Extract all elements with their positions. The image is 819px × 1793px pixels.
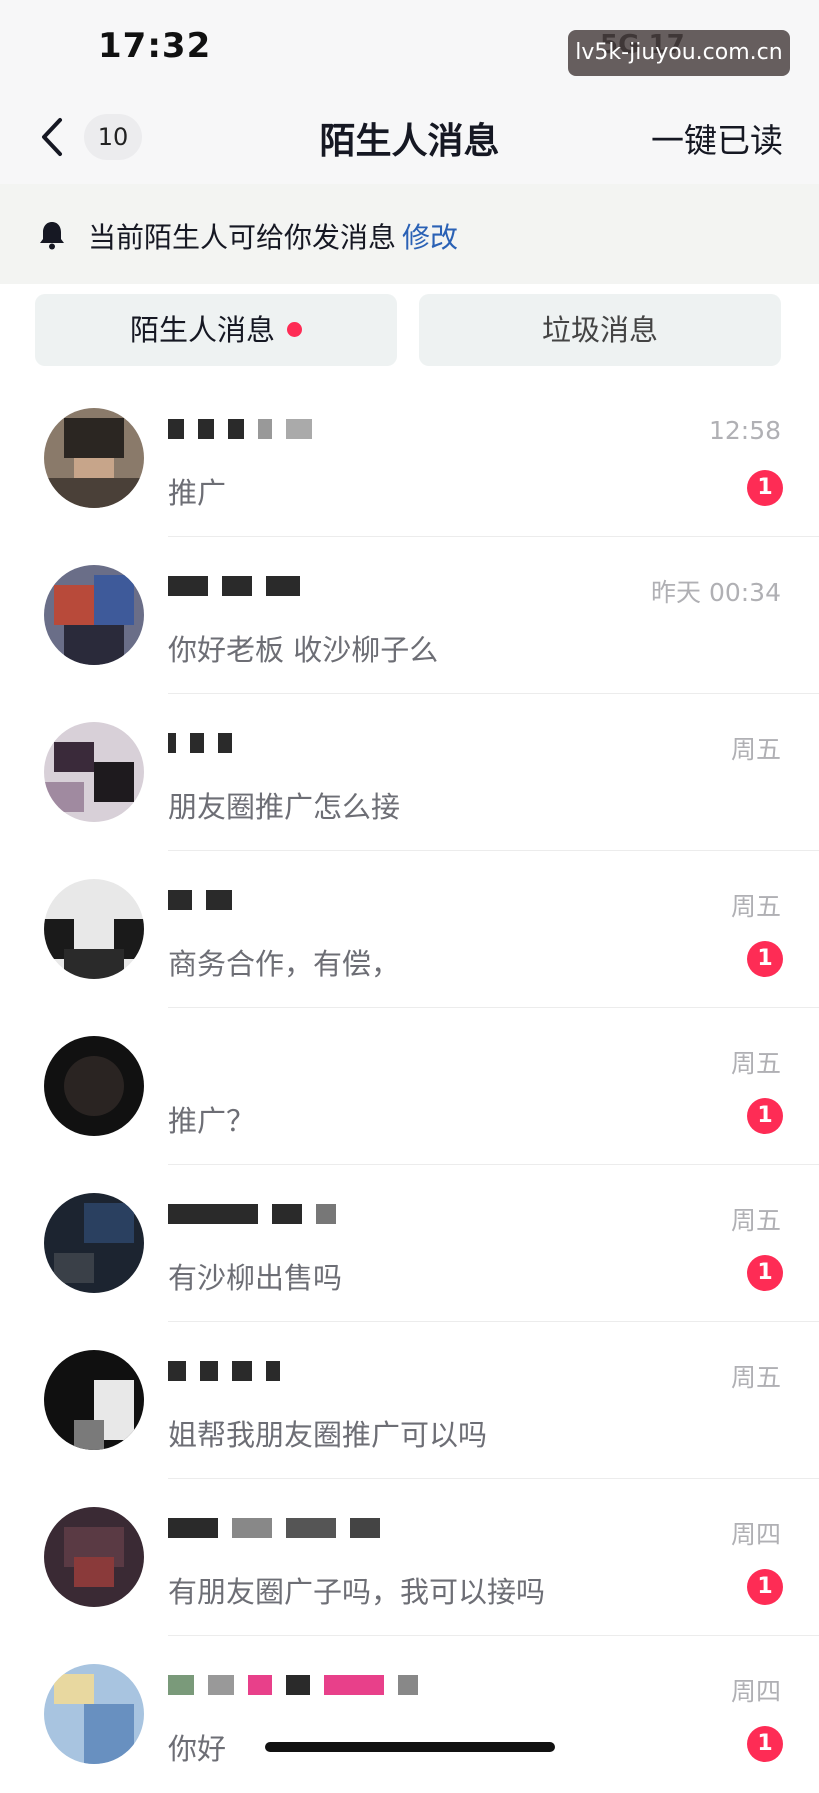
unread-badge: 1	[747, 1255, 783, 1291]
avatar	[44, 1350, 144, 1450]
message-time: 昨天 00:34	[651, 578, 781, 607]
avatar	[44, 565, 144, 665]
message-row[interactable]: 周五 姐帮我朋友圈推广可以吗	[0, 1322, 819, 1479]
message-preview: 推广？	[168, 1104, 256, 1138]
message-preview: 商务合作，有偿，	[168, 947, 401, 981]
sender-name-blurred	[168, 889, 246, 917]
sender-name-blurred	[168, 1517, 394, 1545]
avatar	[44, 1664, 144, 1764]
message-row[interactable]: 周五 推广？ 1	[0, 1008, 819, 1165]
message-time: 周五	[730, 892, 781, 921]
message-row[interactable]: 周五 商务合作，有偿， 1	[0, 851, 819, 1008]
message-preview: 你好老板 收沙柳子么	[168, 633, 439, 667]
unread-badge: 1	[747, 1098, 783, 1134]
tab-label: 垃圾消息	[541, 313, 658, 347]
message-list: 12:58 推广 1 昨天 00:34 你好老板 收沙柳子么 周五 朋友圈推广怎…	[0, 380, 819, 1793]
message-row[interactable]: 12:58 推广 1	[0, 380, 819, 537]
bell-icon	[38, 220, 66, 250]
sender-name-blurred	[168, 418, 326, 446]
avatar	[44, 879, 144, 979]
tab-label: 陌生人消息	[129, 313, 275, 347]
message-preview: 姐帮我朋友圈推广可以吗	[168, 1418, 488, 1452]
status-time: 17:32	[98, 26, 212, 66]
watermark: lv5k-jiuyou.com.cn	[568, 30, 790, 76]
avatar	[44, 722, 144, 822]
unread-dot	[287, 321, 302, 337]
message-row[interactable]: 周五 朋友圈推广怎么接	[0, 694, 819, 851]
sender-name-blurred	[168, 732, 246, 760]
message-time: 周四	[730, 1520, 781, 1549]
sender-name-blurred	[168, 1360, 294, 1388]
message-preview: 推广	[168, 476, 227, 510]
status-bar: 17:32 5G 17 lv5k-jiuyou.com.cn	[0, 0, 819, 90]
message-row[interactable]: 周五 有沙柳出售吗 1	[0, 1165, 819, 1322]
message-row[interactable]: 昨天 00:34 你好老板 收沙柳子么	[0, 537, 819, 694]
notice-message: 当前陌生人可给你发消息	[88, 221, 397, 254]
tab-spam-messages[interactable]: 垃圾消息	[419, 294, 781, 366]
unread-badge: 1	[747, 941, 783, 977]
message-time: 周五	[730, 735, 781, 764]
avatar	[44, 1193, 144, 1293]
notice-text: 当前陌生人可给你发消息 修改	[88, 216, 458, 256]
message-preview: 朋友圈推广怎么接	[168, 790, 401, 824]
avatar	[44, 1507, 144, 1607]
avatar	[44, 1036, 144, 1136]
notice-banner: 当前陌生人可给你发消息 修改	[0, 184, 819, 284]
message-preview: 有朋友圈广子吗，我可以接吗	[168, 1575, 546, 1609]
unread-badge: 1	[747, 1569, 783, 1605]
tab-bar: 陌生人消息 垃圾消息	[0, 284, 819, 380]
message-preview: 有沙柳出售吗	[168, 1261, 343, 1295]
message-row[interactable]: 周四 有朋友圈广子吗，我可以接吗 1	[0, 1479, 819, 1636]
message-time: 周四	[730, 1677, 781, 1706]
sender-name-blurred	[168, 1203, 350, 1231]
message-time: 周五	[730, 1049, 781, 1078]
unread-badge: 1	[747, 1726, 783, 1762]
home-indicator[interactable]	[265, 1742, 555, 1752]
mark-all-read-button[interactable]: 一键已读	[651, 114, 783, 162]
message-time: 周五	[730, 1363, 781, 1392]
message-row[interactable]: 周四 你好 1	[0, 1636, 819, 1793]
sender-name-blurred	[168, 575, 314, 603]
unread-badge: 1	[747, 470, 783, 506]
message-time: 12:58	[708, 416, 781, 445]
message-time: 周五	[730, 1206, 781, 1235]
modify-link[interactable]: 修改	[402, 221, 458, 254]
tab-stranger-messages[interactable]: 陌生人消息	[35, 294, 397, 366]
message-preview: 你好	[168, 1732, 227, 1766]
avatar	[44, 408, 144, 508]
sender-name-blurred	[168, 1674, 432, 1702]
navigation-bar: 10 陌生人消息 一键已读	[0, 90, 819, 184]
